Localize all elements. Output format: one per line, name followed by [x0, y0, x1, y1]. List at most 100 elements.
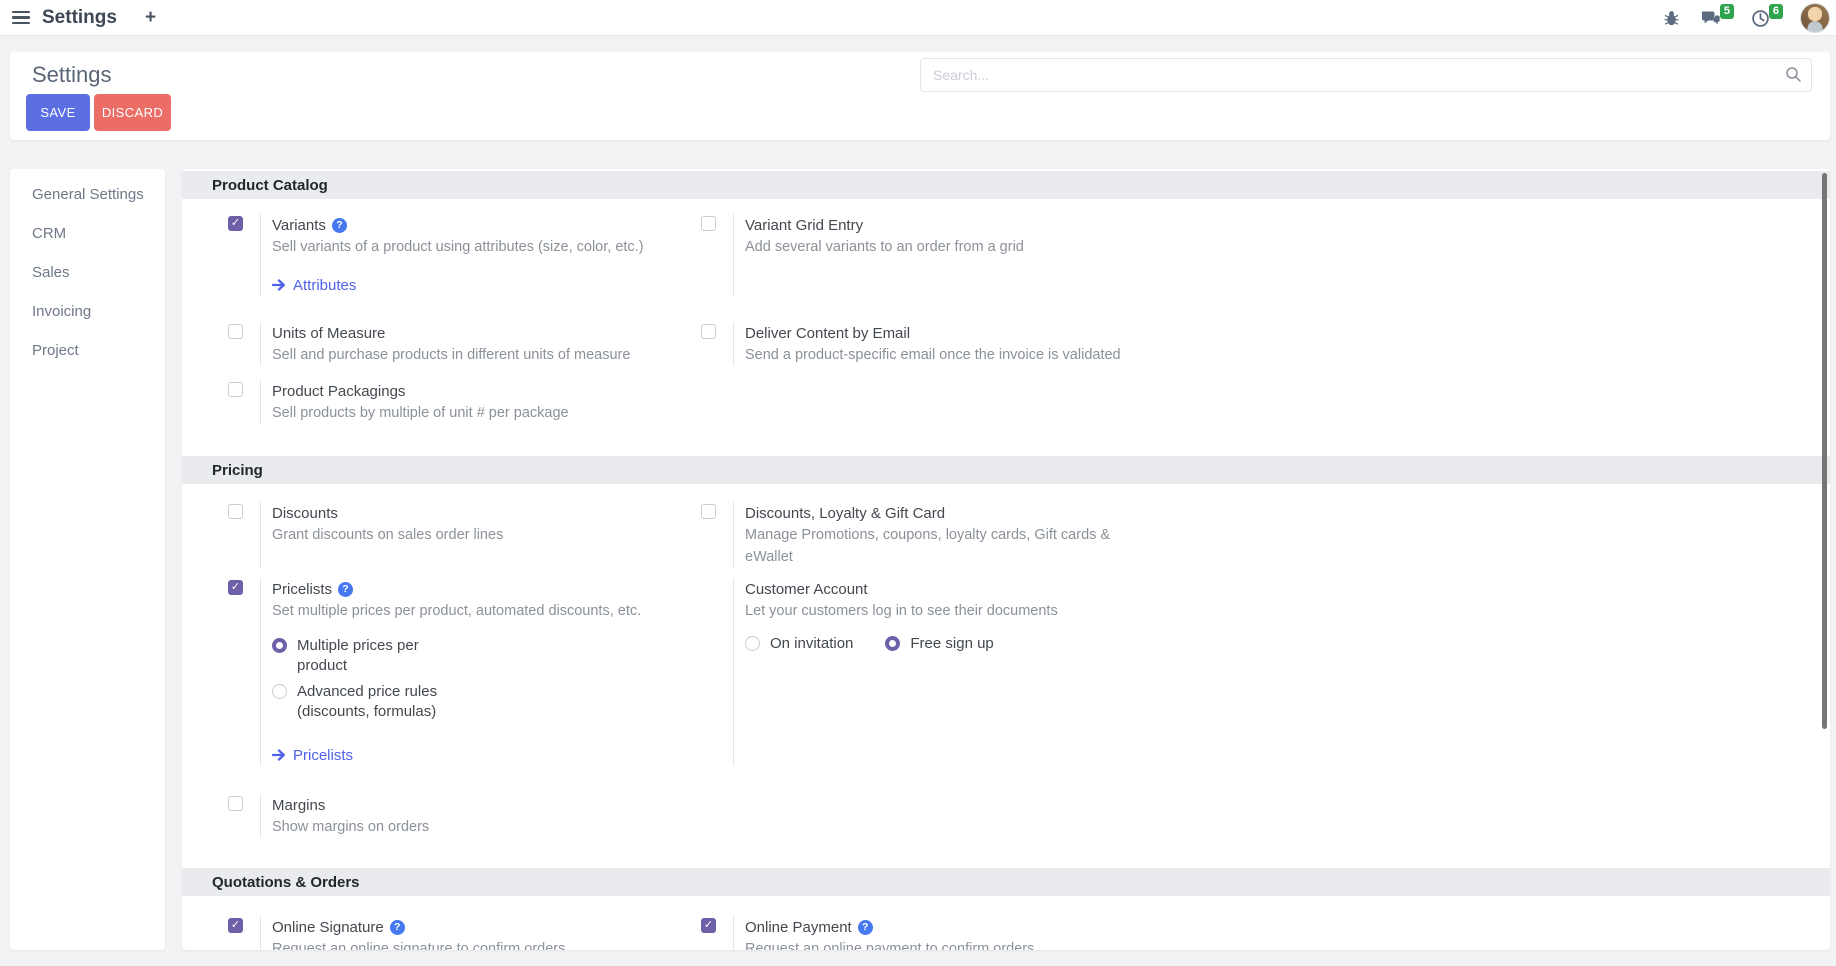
messages-icon[interactable]: 5: [1700, 9, 1721, 27]
discounts-label[interactable]: Discounts: [272, 505, 338, 522]
setting-discounts-loyalty-gift-card: Discounts, Loyalty & Gift Card Manage Pr…: [655, 502, 1830, 568]
setting-margins: Margins Show margins on orders: [182, 794, 655, 838]
user-avatar[interactable]: [1800, 3, 1830, 33]
sidebar-item-invoicing[interactable]: Invoicing: [10, 292, 165, 331]
debug-bug-icon[interactable]: [1663, 10, 1680, 27]
loyalty-label[interactable]: Discounts, Loyalty & Gift Card: [745, 505, 945, 522]
customer-account-radio-group: On invitation Free sign up: [745, 634, 1058, 654]
radio-button-selected[interactable]: [885, 636, 900, 651]
margins-description: Show margins on orders: [272, 816, 429, 838]
online-payment-description: Request an online payment to confirm ord…: [745, 938, 1034, 950]
radio-button[interactable]: [272, 684, 287, 699]
setting-row: Pricelists ? Set multiple prices per pro…: [182, 578, 1830, 766]
setting-row: Online Signature ? Request an online sig…: [182, 916, 1830, 950]
sidebar-item-project[interactable]: Project: [10, 331, 165, 370]
pricelists-help-icon[interactable]: ?: [338, 582, 353, 597]
arrow-right-icon: [272, 279, 286, 291]
online-signature-help-icon[interactable]: ?: [390, 920, 405, 935]
setting-online-signature: Online Signature ? Request an online sig…: [182, 916, 655, 950]
vertical-scrollbar[interactable]: [1822, 173, 1827, 729]
section-header-pricing: Pricing: [182, 456, 1830, 484]
setting-product-packagings: Product Packagings Sell products by mult…: [182, 380, 655, 424]
online-signature-label[interactable]: Online Signature: [272, 919, 384, 936]
margins-label[interactable]: Margins: [272, 797, 325, 814]
pricelists-link[interactable]: Pricelists: [272, 744, 641, 766]
radio-multiple-prices-per-product[interactable]: Multiple prices per product: [272, 636, 641, 676]
setting-customer-account: Customer Account Let your customers log …: [655, 578, 1830, 766]
new-tab-button[interactable]: +: [145, 0, 156, 36]
setting-online-payment: Online Payment ? Request an online payme…: [655, 916, 1830, 950]
setting-row: Margins Show margins on orders: [182, 794, 1830, 838]
section-header-quotations-orders: Quotations & Orders: [182, 868, 1830, 896]
messages-badge: 5: [1720, 4, 1734, 19]
discard-button[interactable]: DISCARD: [94, 94, 171, 131]
margins-checkbox[interactable]: [228, 796, 243, 811]
variant-grid-entry-label[interactable]: Variant Grid Entry: [745, 217, 863, 234]
deliver-content-by-email-label[interactable]: Deliver Content by Email: [745, 325, 910, 342]
online-signature-description: Request an online signature to confirm o…: [272, 938, 565, 950]
variants-help-icon[interactable]: ?: [332, 218, 347, 233]
radio-on-invitation[interactable]: On invitation: [745, 634, 853, 654]
sidebar-item-sales[interactable]: Sales: [10, 253, 165, 292]
setting-row: Variants ? Sell variants of a product us…: [182, 214, 1830, 296]
sidebar-item-general-settings[interactable]: General Settings: [10, 175, 165, 214]
product-packagings-checkbox[interactable]: [228, 382, 243, 397]
radio-button-selected[interactable]: [272, 638, 287, 653]
radio-free-sign-up[interactable]: Free sign up: [885, 634, 993, 654]
activities-badge: 6: [1769, 4, 1783, 19]
units-of-measure-checkbox[interactable]: [228, 324, 243, 339]
activities-clock-icon[interactable]: 6: [1751, 9, 1770, 28]
pricelists-radio-group: Multiple prices per product Advanced pri…: [272, 636, 641, 722]
loyalty-description: Manage Promotions, coupons, loyalty card…: [745, 524, 1123, 568]
setting-row: Discounts Grant discounts on sales order…: [182, 502, 1830, 568]
app-menu-title[interactable]: Settings: [42, 7, 117, 29]
online-payment-help-icon[interactable]: ?: [858, 920, 873, 935]
section-header-product-catalog: Product Catalog: [182, 171, 1830, 199]
setting-units-of-measure: Units of Measure Sell and purchase produ…: [182, 322, 655, 366]
sidebar-item-crm[interactable]: CRM: [10, 214, 165, 253]
pricelists-checkbox[interactable]: [228, 580, 243, 595]
pricelists-description: Set multiple prices per product, automat…: [272, 600, 641, 622]
pricelists-label[interactable]: Pricelists: [272, 581, 332, 598]
loyalty-checkbox[interactable]: [701, 504, 716, 519]
variants-label[interactable]: Variants: [272, 217, 326, 234]
units-of-measure-label[interactable]: Units of Measure: [272, 325, 385, 342]
discounts-checkbox[interactable]: [228, 504, 243, 519]
product-packagings-label[interactable]: Product Packagings: [272, 383, 405, 400]
variant-grid-entry-description: Add several variants to an order from a …: [745, 236, 1024, 258]
save-button[interactable]: SAVE: [26, 94, 90, 131]
attributes-link[interactable]: Attributes: [272, 274, 644, 296]
hamburger-menu-icon[interactable]: [0, 0, 40, 36]
setting-variants: Variants ? Sell variants of a product us…: [182, 214, 655, 296]
radio-button[interactable]: [745, 636, 760, 651]
setting-variant-grid-entry: Variant Grid Entry Add several variants …: [655, 214, 1830, 296]
search-icon[interactable]: [1785, 66, 1802, 88]
deliver-content-by-email-description: Send a product-specific email once the i…: [745, 344, 1121, 366]
online-payment-checkbox[interactable]: [701, 918, 716, 933]
variant-grid-entry-checkbox[interactable]: [701, 216, 716, 231]
settings-main-panel: Product Catalog Variants ? Sell variants…: [182, 169, 1830, 950]
deliver-content-by-email-checkbox[interactable]: [701, 324, 716, 339]
navbar-systray: 5 6: [1663, 0, 1836, 36]
units-of-measure-description: Sell and purchase products in different …: [272, 344, 630, 366]
online-signature-checkbox[interactable]: [228, 918, 243, 933]
customer-account-description: Let your customers log in to see their d…: [745, 600, 1058, 622]
variants-checkbox[interactable]: [228, 216, 243, 231]
settings-header-card: Settings SAVE DISCARD: [10, 52, 1830, 140]
setting-pricelists: Pricelists ? Set multiple prices per pro…: [182, 578, 655, 766]
setting-row: Product Packagings Sell products by mult…: [182, 380, 1830, 424]
settings-sidebar: General Settings CRM Sales Invoicing Pro…: [10, 169, 165, 950]
product-packagings-description: Sell products by multiple of unit # per …: [272, 402, 569, 424]
discounts-description: Grant discounts on sales order lines: [272, 524, 503, 546]
page-title: Settings: [32, 62, 112, 88]
top-navbar: Settings + 5 6: [0, 0, 1836, 36]
arrow-right-icon: [272, 749, 286, 761]
online-payment-label[interactable]: Online Payment: [745, 919, 852, 936]
setting-row: Units of Measure Sell and purchase produ…: [182, 322, 1830, 366]
variants-description: Sell variants of a product using attribu…: [272, 236, 644, 258]
radio-advanced-price-rules[interactable]: Advanced price rules (discounts, formula…: [272, 682, 641, 722]
setting-discounts: Discounts Grant discounts on sales order…: [182, 502, 655, 568]
search-input[interactable]: [920, 58, 1812, 92]
customer-account-label: Customer Account: [745, 581, 868, 598]
setting-deliver-content-by-email: Deliver Content by Email Send a product-…: [655, 322, 1830, 366]
